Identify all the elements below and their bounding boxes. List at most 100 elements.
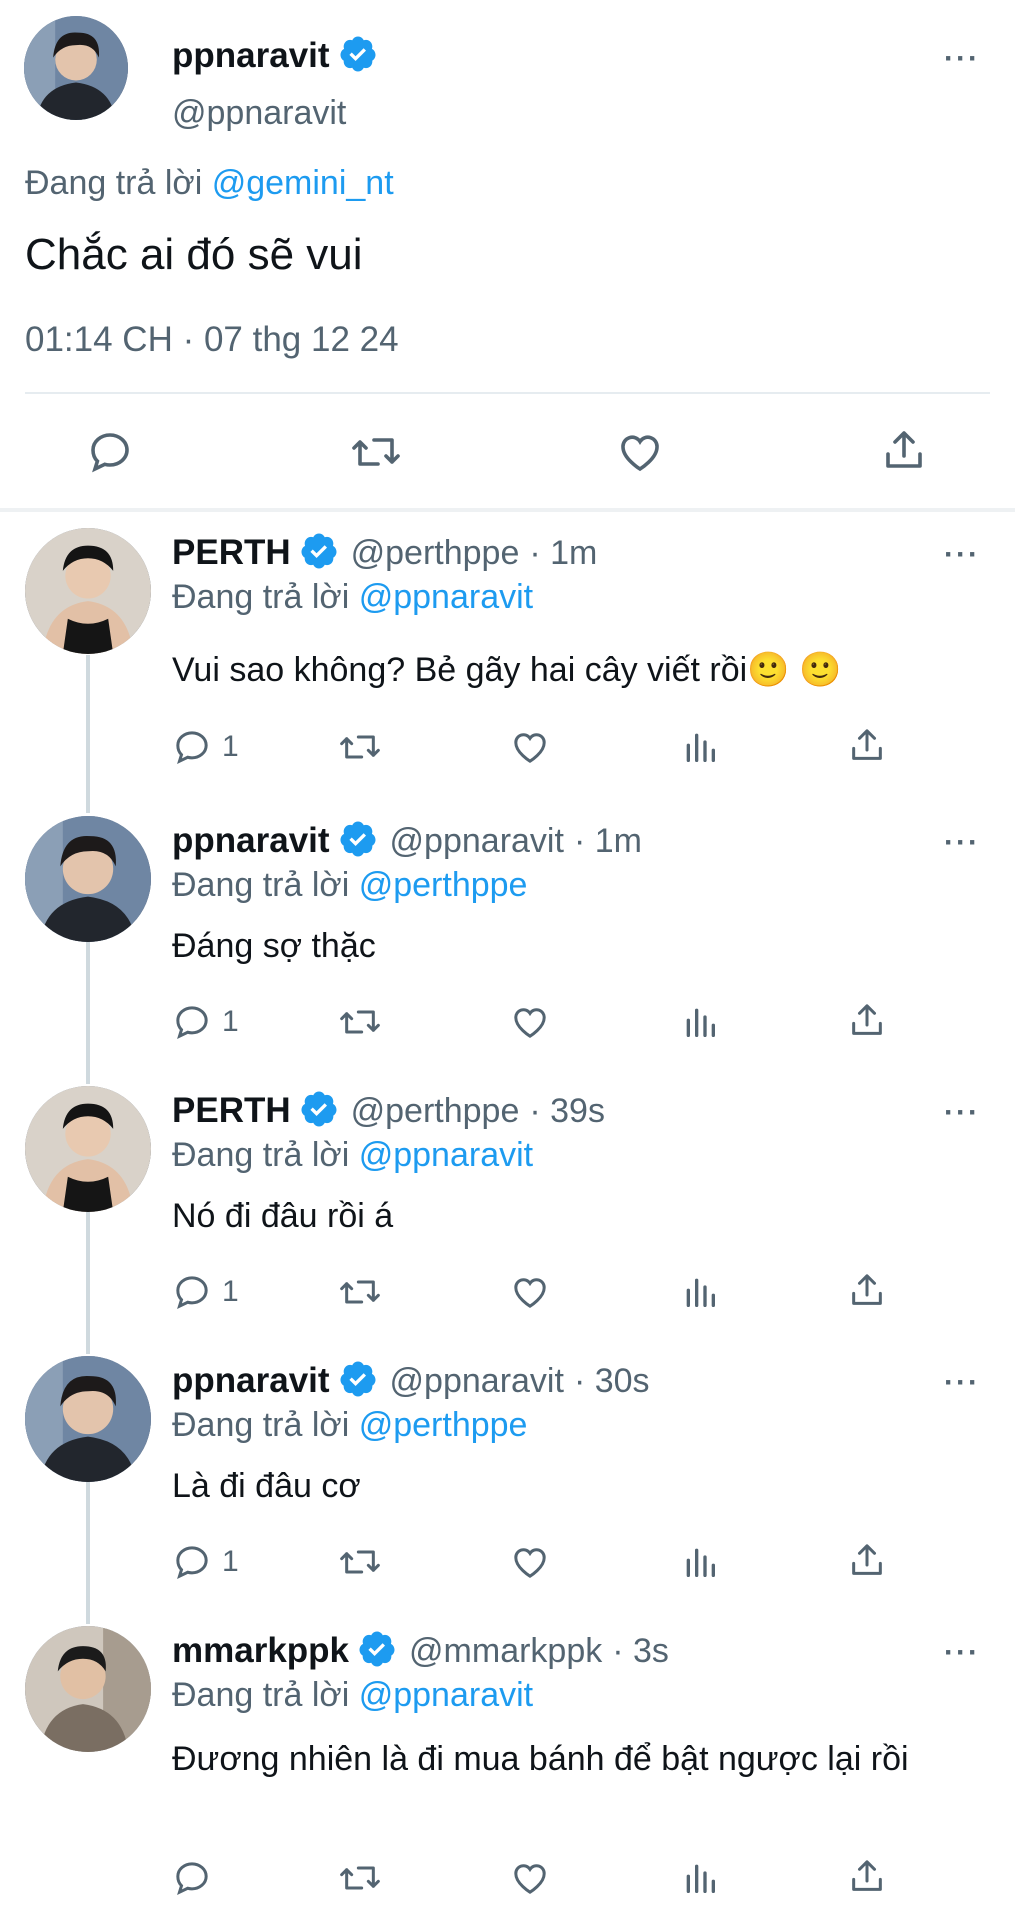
reply-time[interactable]: · 3s xyxy=(612,1632,669,1671)
reply-count: 1 xyxy=(222,1005,239,1038)
speech-bubble-icon xyxy=(176,731,208,764)
retweet-icon xyxy=(340,1010,380,1034)
reply-time[interactable]: · 1m xyxy=(574,822,642,861)
share-button[interactable] xyxy=(847,1270,887,1310)
handle[interactable]: @ppnaravit xyxy=(390,1362,564,1401)
verified-badge-icon xyxy=(338,819,378,864)
author-row: ppnaravit xyxy=(172,34,378,78)
reply-tweet: PERTH @perthppe · 1m ··· Đang trả lời @p… xyxy=(0,512,1015,787)
views-button[interactable] xyxy=(680,727,720,767)
retweet-button[interactable] xyxy=(338,1272,382,1312)
handle[interactable]: @mmarkppk xyxy=(409,1632,602,1671)
author-row: ppnaravit @ppnaravit · 30s xyxy=(172,1359,650,1403)
reply-tweet: PERTH @perthppe · 39s ··· Đang trả lời @… xyxy=(0,1070,1015,1340)
views-button[interactable] xyxy=(680,1858,720,1898)
share-button[interactable] xyxy=(847,1540,887,1580)
mention-link[interactable]: @perthppe xyxy=(359,866,528,904)
tweet-text: Vui sao không? Bẻ gãy hai cây viết rồi🙂 … xyxy=(172,651,842,689)
mention-link[interactable]: @perthppe xyxy=(359,1406,528,1444)
more-options-button[interactable]: ··· xyxy=(944,1368,980,1398)
tweet-timestamp[interactable]: 01:14 CH · 07 thg 12 24 xyxy=(25,320,399,360)
views-button[interactable] xyxy=(680,1542,720,1582)
display-name[interactable]: PERTH xyxy=(172,533,291,573)
tweet-text: Nó đi đâu rồi á xyxy=(172,1197,394,1235)
author-row: ppnaravit @ppnaravit · 1m xyxy=(172,819,642,863)
more-options-button[interactable]: ··· xyxy=(944,540,980,570)
replying-to: Đang trả lời @ppnaravit xyxy=(172,1136,533,1175)
display-name[interactable]: PERTH xyxy=(172,1091,291,1131)
heart-icon xyxy=(514,1864,546,1894)
avatar[interactable] xyxy=(25,1086,151,1212)
avatar[interactable] xyxy=(25,816,151,942)
handle[interactable]: @perthppe xyxy=(351,534,520,573)
retweet-button[interactable] xyxy=(338,1858,382,1898)
share-icon xyxy=(886,431,922,468)
avatar[interactable] xyxy=(25,528,151,654)
avatar[interactable] xyxy=(25,1356,151,1482)
display-name[interactable]: ppnaravit xyxy=(172,36,330,76)
share-button[interactable] xyxy=(880,426,928,474)
tweet-text: Chắc ai đó sẽ vui xyxy=(25,230,363,279)
more-options-button[interactable]: ··· xyxy=(944,828,980,858)
reply-prefix: Đang trả lời xyxy=(172,578,350,616)
views-button[interactable] xyxy=(680,1272,720,1312)
share-button[interactable] xyxy=(847,1000,887,1040)
more-options-button[interactable]: ··· xyxy=(944,1098,980,1128)
reply-count: 1 xyxy=(222,1545,239,1578)
speech-bubble-icon xyxy=(176,1276,208,1309)
reply-button[interactable]: 1 xyxy=(172,1002,239,1042)
reply-time[interactable]: · 1m xyxy=(529,534,597,573)
reply-tweet: mmarkppk @mmarkppk · 3s ··· Đang trả lời… xyxy=(0,1610,1015,1920)
bar-chart-icon xyxy=(686,1864,715,1893)
like-button[interactable] xyxy=(616,428,664,476)
reply-button[interactable]: 1 xyxy=(172,1272,239,1312)
reply-time[interactable]: · 39s xyxy=(529,1092,605,1131)
like-button[interactable] xyxy=(510,1858,550,1898)
share-icon xyxy=(852,729,882,760)
reply-prefix: Đang trả lời xyxy=(25,164,203,202)
speech-bubble-icon xyxy=(176,1546,208,1579)
reply-button[interactable] xyxy=(86,428,134,476)
more-options-button[interactable]: ··· xyxy=(944,1638,980,1668)
retweet-button[interactable] xyxy=(338,727,382,767)
reply-tweet: ppnaravit @ppnaravit · 30s ··· Đang trả … xyxy=(0,1340,1015,1610)
reply-button[interactable]: 1 xyxy=(172,727,239,767)
heart-icon xyxy=(514,733,546,763)
retweet-button[interactable] xyxy=(350,428,402,476)
handle[interactable]: @ppnaravit xyxy=(172,94,346,133)
speech-bubble-icon xyxy=(91,433,129,473)
reply-button[interactable] xyxy=(172,1858,212,1898)
reply-time[interactable]: · 30s xyxy=(574,1362,650,1401)
display-name[interactable]: ppnaravit xyxy=(172,821,330,861)
retweet-icon xyxy=(352,438,400,466)
retweet-button[interactable] xyxy=(338,1542,382,1582)
like-button[interactable] xyxy=(510,1542,550,1582)
reply-button[interactable]: 1 xyxy=(172,1542,239,1582)
mention-link[interactable]: @gemini_nt xyxy=(212,164,394,202)
like-button[interactable] xyxy=(510,1272,550,1312)
handle[interactable]: @ppnaravit xyxy=(390,822,564,861)
mention-link[interactable]: @ppnaravit xyxy=(359,578,533,616)
like-button[interactable] xyxy=(510,727,550,767)
display-name[interactable]: ppnaravit xyxy=(172,1361,330,1401)
reply-prefix: Đang trả lời xyxy=(172,1406,350,1444)
avatar[interactable] xyxy=(24,16,128,120)
views-button[interactable] xyxy=(680,1002,720,1042)
retweet-icon xyxy=(340,735,380,759)
speech-bubble-icon xyxy=(176,1006,208,1039)
display-name[interactable]: mmarkppk xyxy=(172,1631,349,1671)
retweet-button[interactable] xyxy=(338,1002,382,1042)
tweet-text: Là đi đâu cơ xyxy=(172,1467,361,1505)
reply-count: 1 xyxy=(222,1275,239,1308)
mention-link[interactable]: @ppnaravit xyxy=(359,1136,533,1174)
like-button[interactable] xyxy=(510,1002,550,1042)
handle[interactable]: @perthppe xyxy=(351,1092,520,1131)
avatar[interactable] xyxy=(25,1626,151,1752)
more-options-button[interactable]: ··· xyxy=(944,44,980,74)
heart-icon xyxy=(514,1008,546,1038)
bar-chart-icon xyxy=(686,1548,715,1577)
share-button[interactable] xyxy=(847,1856,887,1896)
share-button[interactable] xyxy=(847,725,887,765)
bar-chart-icon xyxy=(686,1008,715,1037)
mention-link[interactable]: @ppnaravit xyxy=(359,1676,533,1714)
